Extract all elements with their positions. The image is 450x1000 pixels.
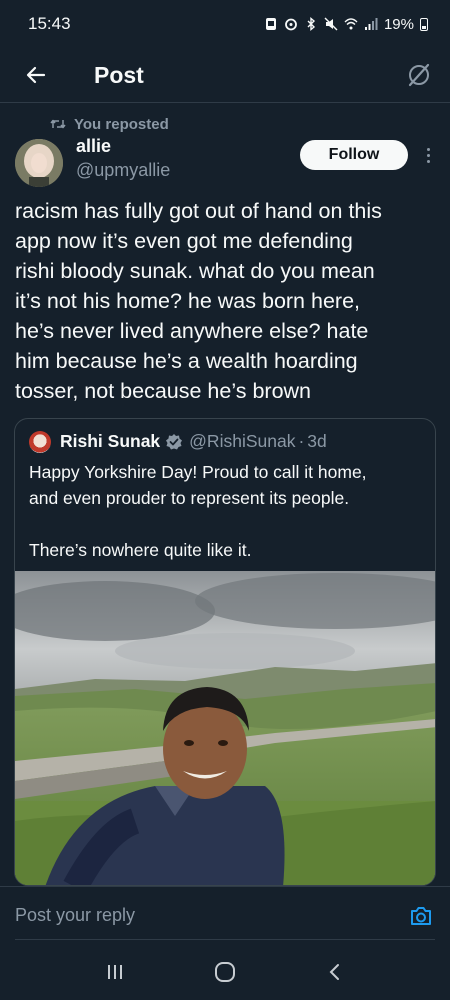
grok-icon (408, 63, 430, 87)
camera-icon (411, 907, 431, 925)
quote-timestamp: 3d (307, 431, 327, 451)
quoted-post[interactable]: Rishi Sunak @RishiSunak · 3d Happy Yorks… (14, 418, 436, 886)
post-author: allie @upmyallie Follow (0, 136, 450, 192)
quote-header: Rishi Sunak @RishiSunak · 3d (15, 419, 435, 453)
photo-icon (265, 18, 276, 30)
quote-separator: · (298, 431, 305, 451)
page-title: Post (94, 61, 144, 88)
landscape-selfie-image (15, 571, 435, 885)
quote-photo[interactable] (15, 571, 435, 885)
repost-icon (50, 119, 66, 129)
recents-icon (108, 965, 122, 979)
alarm-icon (285, 18, 297, 31)
back-button[interactable] (20, 59, 52, 91)
follow-button[interactable]: Follow (300, 140, 408, 170)
repost-indicator: You reposted (50, 114, 450, 134)
repost-label: You reposted (74, 115, 169, 133)
home-icon (215, 962, 235, 982)
grok-button[interactable] (404, 60, 434, 90)
mute-icon (324, 17, 338, 31)
more-dot-icon (426, 147, 430, 151)
recent-apps-button[interactable] (95, 952, 135, 992)
reply-divider (15, 939, 435, 940)
wifi-icon (344, 18, 358, 30)
more-options-button[interactable] (420, 144, 436, 166)
more-dot-icon (426, 159, 430, 163)
more-dot-icon (426, 153, 430, 157)
battery-percent: 19% (383, 15, 414, 33)
reply-bar (0, 886, 450, 944)
home-button[interactable] (205, 952, 245, 992)
status-time: 15:43 (28, 14, 71, 33)
header-divider (0, 102, 450, 103)
bluetooth-icon (307, 17, 316, 31)
status-bar: 15:43 19% (0, 0, 450, 48)
back-nav-button[interactable] (315, 952, 355, 992)
avatar-image (15, 139, 63, 187)
author-handle[interactable]: @upmyallie (76, 160, 170, 181)
quote-avatar[interactable] (29, 430, 51, 453)
reply-input[interactable] (15, 905, 375, 926)
back-arrow-icon (26, 66, 46, 84)
chevron-left-icon (329, 964, 339, 980)
quote-author-handle: @RishiSunak (189, 431, 296, 451)
quote-text: Happy Yorkshire Day! Proud to call it ho… (29, 462, 367, 560)
avatar[interactable] (15, 139, 63, 187)
author-name[interactable]: allie (76, 136, 111, 157)
camera-button[interactable] (408, 903, 434, 929)
status-icons: 19% (264, 16, 428, 33)
verified-badge-icon (166, 433, 183, 449)
system-nav-bar (0, 944, 450, 1000)
signal-icon (364, 18, 378, 30)
post-text: racism has fully got out of hand on this… (15, 199, 382, 403)
quote-author-name: Rishi Sunak (60, 431, 161, 451)
battery-icon (420, 17, 428, 31)
header: Post (0, 48, 450, 102)
